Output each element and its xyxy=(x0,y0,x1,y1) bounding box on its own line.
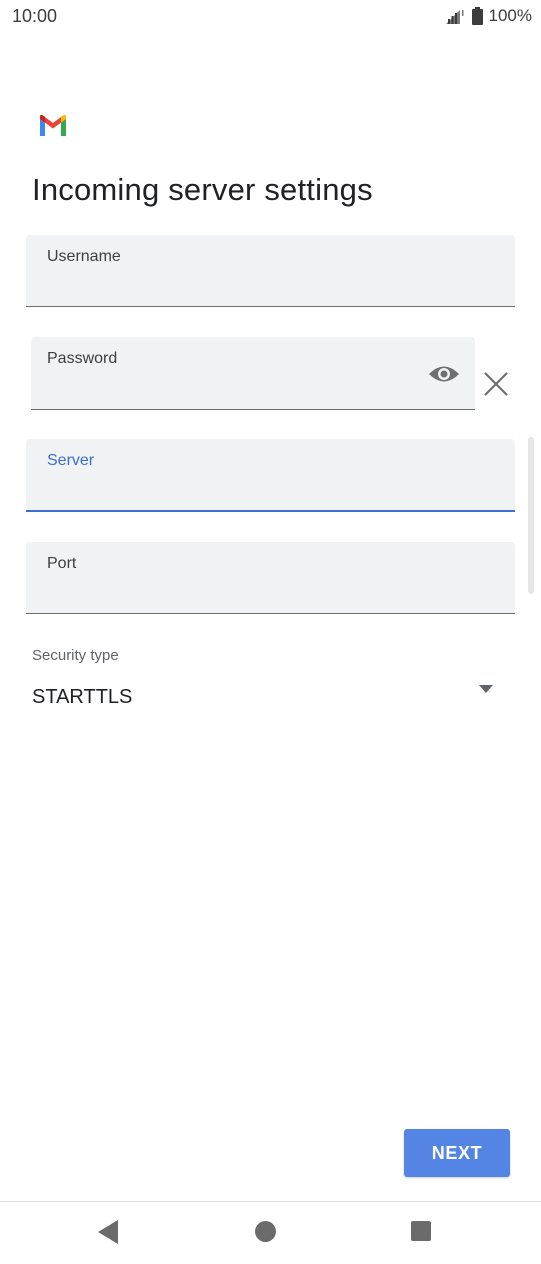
page-title: Incoming server settings xyxy=(32,172,373,207)
port-label: Port xyxy=(47,555,77,572)
scrollbar[interactable] xyxy=(528,437,534,594)
security-type-label: Security type xyxy=(32,647,119,664)
recents-icon[interactable] xyxy=(411,1221,431,1241)
nav-divider xyxy=(0,1201,541,1202)
battery-percent: 100% xyxy=(488,6,532,25)
server-field[interactable]: Server xyxy=(26,439,515,512)
password-field[interactable]: Password xyxy=(31,337,475,410)
battery-icon xyxy=(471,7,483,25)
username-label: Username xyxy=(47,248,121,265)
status-time: 10:00 xyxy=(12,6,58,26)
home-icon[interactable] xyxy=(255,1221,276,1242)
port-field[interactable]: Port xyxy=(26,542,515,614)
security-type-dropdown[interactable]: STARTTLS xyxy=(26,676,515,720)
security-type-value: STARTTLS xyxy=(32,686,133,708)
status-icons: 100% xyxy=(444,6,532,26)
next-button[interactable]: NEXT xyxy=(404,1129,510,1177)
server-label: Server xyxy=(47,452,95,469)
close-icon[interactable] xyxy=(483,371,509,397)
signal-icon xyxy=(445,10,464,24)
password-label: Password xyxy=(47,350,118,367)
username-field[interactable]: Username xyxy=(26,235,515,307)
chevron-down-icon xyxy=(479,685,493,693)
eye-icon[interactable] xyxy=(428,362,460,386)
gmail-logo xyxy=(40,115,66,136)
back-icon[interactable] xyxy=(96,1219,120,1245)
